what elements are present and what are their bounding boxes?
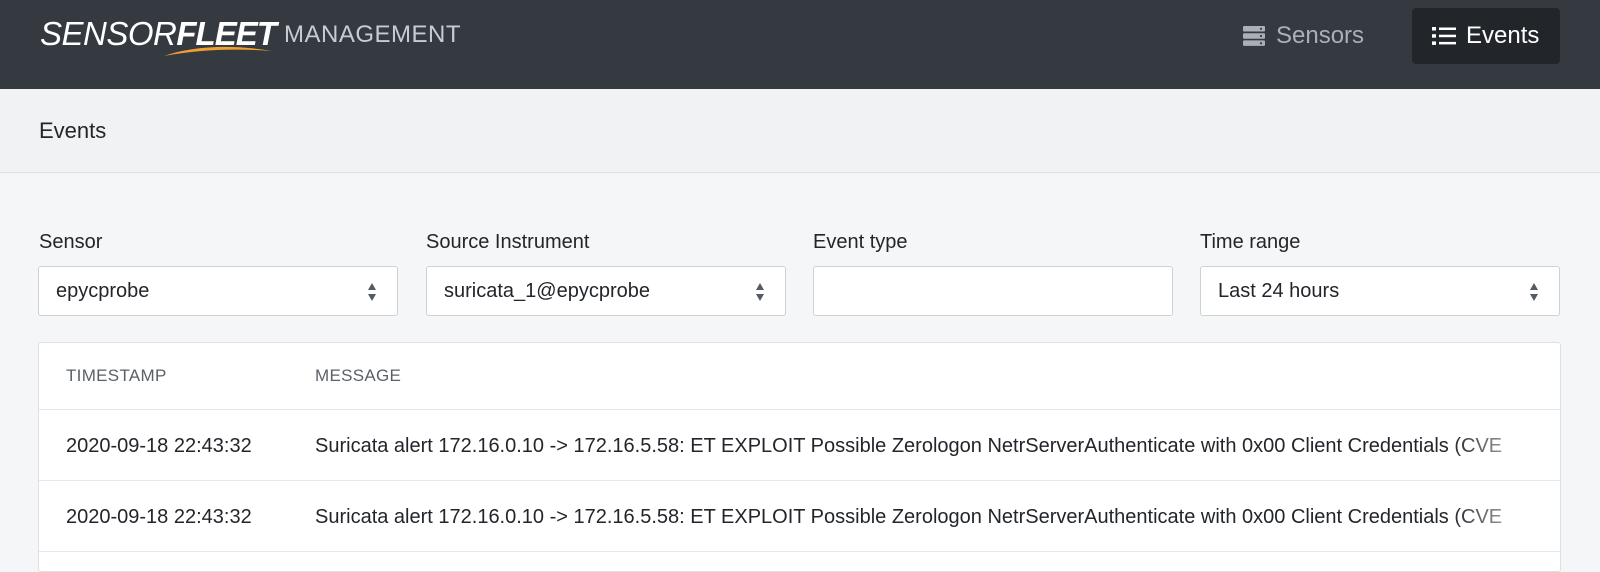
brand-logo[interactable]: SENSOR FLEET xyxy=(40,12,277,62)
source-instrument-select-value: suricata_1@epycprobe xyxy=(444,280,650,302)
brand-logo-sensor: SENSOR xyxy=(40,15,177,52)
nav-events-label: Events xyxy=(1466,22,1540,49)
row-timestamp: 2020-09-18 22:43:32 xyxy=(66,435,252,457)
time-range-filter-label: Time range xyxy=(1200,231,1301,253)
sort-arrows-icon xyxy=(1530,283,1538,301)
row-message: Suricata alert 172.16.0.10 -> 172.16.5.5… xyxy=(315,433,1560,459)
nav-events[interactable]: Events xyxy=(1412,8,1560,64)
column-header-timestamp[interactable]: TIMESTAMP xyxy=(66,365,167,387)
list-icon xyxy=(1432,26,1456,46)
event-type-input[interactable] xyxy=(813,266,1173,316)
row-message: Suricata alert 172.16.0.10 -> 172.16.5.5… xyxy=(315,504,1560,530)
time-range-select[interactable]: Last 24 hours xyxy=(1200,266,1560,316)
table-row[interactable]: 2020-09-18 22:43:32 Suricata alert 172.1… xyxy=(39,481,1560,552)
events-table: TIMESTAMP MESSAGE 2020-09-18 22:43:32 Su… xyxy=(38,342,1561,572)
row-message-text: Suricata alert 172.16.0.10 -> 172.16.5.5… xyxy=(315,435,1503,457)
sensor-filter-label: Sensor xyxy=(39,231,103,253)
logo-swoosh-icon xyxy=(164,46,272,56)
sort-arrows-icon xyxy=(756,283,764,301)
sensor-select[interactable]: epycprobe xyxy=(38,266,398,316)
server-icon xyxy=(1242,25,1266,47)
source-instrument-filter-label: Source Instrument xyxy=(426,231,590,253)
column-header-message[interactable]: MESSAGE xyxy=(315,365,401,387)
message-fade-overlay xyxy=(1452,504,1560,530)
row-message-text: Suricata alert 172.16.0.10 -> 172.16.5.5… xyxy=(315,506,1503,528)
brand-subtitle: MANAGEMENT xyxy=(284,21,462,48)
page-title: Events xyxy=(39,118,107,143)
nav-sensors-label: Sensors xyxy=(1276,22,1365,49)
sensor-select-value: epycprobe xyxy=(56,280,150,302)
event-type-filter-label: Event type xyxy=(813,231,908,253)
page-header: Events xyxy=(0,89,1600,173)
table-row[interactable]: 2020-09-18 22:43:32 Suricata alert 172.1… xyxy=(39,410,1560,481)
time-range-select-value: Last 24 hours xyxy=(1218,280,1340,302)
message-fade-overlay xyxy=(1452,433,1560,459)
nav-sensors[interactable]: Sensors xyxy=(1222,8,1384,64)
top-navbar: SENSOR FLEET MANAGEMENT Sensors Events xyxy=(0,0,1600,89)
row-timestamp: 2020-09-18 22:43:32 xyxy=(66,506,252,528)
sort-arrows-icon xyxy=(368,283,376,301)
source-instrument-select[interactable]: suricata_1@epycprobe xyxy=(426,266,786,316)
